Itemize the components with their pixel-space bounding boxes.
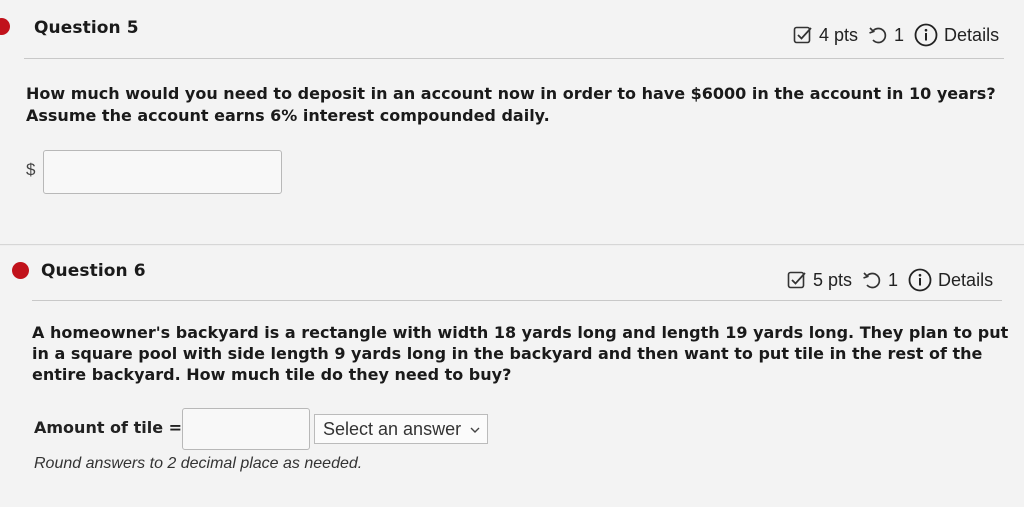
chevron-down-icon xyxy=(469,419,481,440)
points-text: 4 pts xyxy=(819,24,859,45)
retry-icon xyxy=(868,25,888,45)
answer-input[interactable] xyxy=(43,150,282,194)
question-5-card: Question 5 4 pts 1 Details How much woul… xyxy=(0,0,1024,245)
unit-select-value: Select an answer xyxy=(323,418,462,439)
divider xyxy=(24,58,1004,59)
question-meta: 4 pts 1 Details xyxy=(793,23,999,47)
question-text-line: How much would you need to deposit in an… xyxy=(26,84,996,103)
currency-prefix: $ xyxy=(26,160,36,179)
details-link[interactable]: Details xyxy=(944,25,999,46)
tile-amount-input[interactable] xyxy=(182,408,310,450)
checkbox-icon xyxy=(787,270,807,290)
status-dot-icon xyxy=(12,262,29,279)
divider xyxy=(32,300,1002,301)
info-icon[interactable] xyxy=(914,23,938,47)
question-text-line: Assume the account earns 6% interest com… xyxy=(26,106,550,125)
attempts-count: 1 xyxy=(894,24,905,45)
attempts-count: 1 xyxy=(888,269,899,290)
info-icon[interactable] xyxy=(908,268,932,292)
rounding-hint: Round answers to 2 decimal place as need… xyxy=(34,455,363,472)
details-link[interactable]: Details xyxy=(938,270,993,291)
question-title: Question 5 xyxy=(34,18,139,38)
unit-select[interactable]: Select an answer xyxy=(314,414,488,444)
question-6-card: Question 6 5 pts 1 Details A homeowner's… xyxy=(0,246,1024,507)
question-text-line: entire backyard. How much tile do they n… xyxy=(32,365,512,384)
question-meta: 5 pts 1 Details xyxy=(787,268,993,292)
status-dot-icon xyxy=(0,18,10,35)
checkbox-icon xyxy=(793,25,813,45)
points-text: 5 pts xyxy=(813,269,853,290)
question-text-line: in a square pool with side length 9 yard… xyxy=(32,344,983,363)
answer-label: Amount of tile = xyxy=(34,418,183,437)
retry-icon xyxy=(862,270,882,290)
question-text-line: A homeowner's backyard is a rectangle wi… xyxy=(32,323,1009,342)
question-title: Question 6 xyxy=(41,261,146,281)
